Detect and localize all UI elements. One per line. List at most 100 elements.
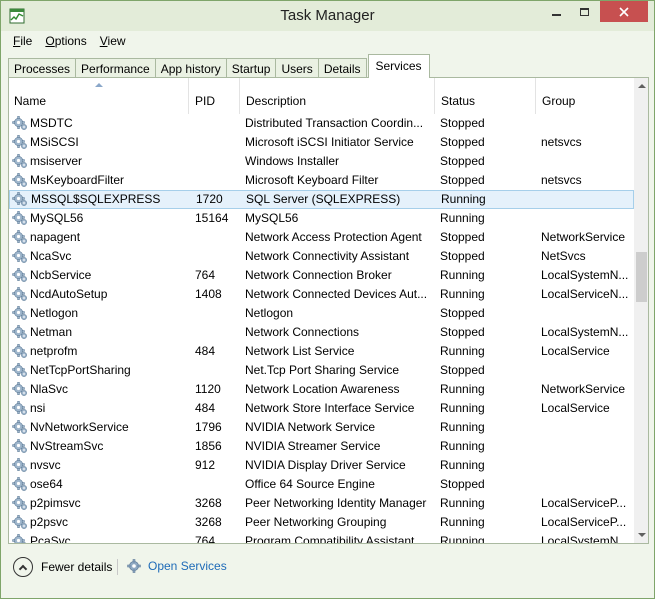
service-description: NVIDIA Network Service [245, 420, 376, 434]
service-description: Network List Service [245, 344, 355, 358]
service-status: Running [440, 268, 485, 282]
title-bar[interactable]: Task Manager [1, 1, 654, 31]
column-header-name[interactable]: Name [9, 78, 188, 114]
service-group: LocalService [541, 344, 610, 358]
service-description: Network Connected Devices Aut... [245, 287, 428, 301]
scroll-up-button[interactable] [634, 78, 648, 94]
service-status: Running [440, 496, 485, 510]
service-gear-icon [12, 515, 27, 529]
service-gear-icon [12, 363, 27, 377]
table-row[interactable]: netprofm 484 Network List Service Running Lo… [9, 342, 634, 361]
service-gear-icon [12, 192, 27, 206]
service-status: Running [440, 211, 485, 225]
service-status: Stopped [440, 230, 485, 244]
table-row[interactable]: Netlogon Netlogon Stopped [9, 304, 634, 323]
service-name: NvNetworkService [30, 420, 129, 434]
service-pid: 912 [195, 458, 216, 472]
service-description: Network Location Awareness [245, 382, 400, 396]
tab-users[interactable]: Users [275, 58, 319, 78]
table-row[interactable]: MSDTC Distributed Transaction Coordin... S… [9, 114, 634, 133]
service-description: Microsoft Keyboard Filter [245, 173, 379, 187]
service-gear-icon [12, 325, 27, 339]
footer-divider [117, 559, 118, 575]
chevron-up-icon [18, 564, 28, 573]
service-name: netprofm [30, 344, 78, 358]
table-row[interactable]: NvNetworkService 1796 NVIDIA Network Servi… [9, 418, 634, 437]
service-description: Network Store Interface Service [245, 401, 415, 415]
tab-processes[interactable]: Processes [8, 58, 77, 78]
scroll-down-icon [637, 533, 646, 537]
column-header-group[interactable]: Group [535, 78, 634, 114]
service-gear-icon [12, 306, 27, 320]
service-group: LocalServiceP... [541, 515, 627, 529]
service-status: Stopped [440, 325, 485, 339]
column-header-description[interactable]: Description [239, 78, 434, 114]
maximize-button[interactable] [570, 1, 598, 22]
table-row[interactable]: Netman Network Connections Stopped LocalSys… [9, 323, 634, 342]
scroll-down-button[interactable] [634, 527, 648, 543]
close-button[interactable] [600, 1, 648, 22]
scroll-up-icon [637, 84, 646, 88]
service-pid: 484 [195, 344, 216, 358]
menu-bar: File Options View [6, 31, 132, 51]
tab-details[interactable]: Details [317, 58, 367, 78]
table-row[interactable]: p2psvc 3268 Peer Networking Grouping Runnin… [9, 513, 634, 532]
tab-services[interactable]: Services [367, 54, 430, 78]
gear-icon [127, 559, 141, 573]
table-row[interactable]: PcaSvc 764 Program Compatibility Assistant… [9, 532, 634, 543]
column-header-pid[interactable]: PID [188, 78, 239, 114]
service-description: MySQL56 [245, 211, 299, 225]
service-pid: 3268 [195, 496, 222, 510]
menu-view[interactable]: View [93, 31, 132, 51]
table-row-selected[interactable]: MSSQL$SQLEXPRESS 1720 SQL Server (SQLEXPRE… [9, 190, 634, 209]
column-header-status[interactable]: Status [434, 78, 535, 114]
service-status: Running [440, 344, 485, 358]
scrollbar-thumb[interactable] [636, 252, 647, 302]
service-description: Office 64 Source Engine [245, 477, 375, 491]
service-name: MSDTC [30, 116, 73, 130]
service-name: Netlogon [30, 306, 79, 320]
open-services-link[interactable]: Open Services [127, 558, 227, 574]
service-gear-icon [12, 420, 27, 434]
table-row[interactable]: msiserver Windows Installer Stopped [9, 152, 634, 171]
table-row[interactable]: NcdAutoSetup 1408 Network Connected Device… [9, 285, 634, 304]
table-row[interactable]: ose64 Office 64 Source Engine Stopped [9, 475, 634, 494]
table-row[interactable]: MsKeyboardFilter Microsoft Keyboard Filte… [9, 171, 634, 190]
footer-bar: Fewer details Open Services [1, 549, 654, 589]
service-name: Netman [30, 325, 73, 339]
service-group: LocalServiceN... [541, 287, 629, 301]
table-row[interactable]: NlaSvc 1120 Network Location Awareness Runn… [9, 380, 634, 399]
tab-startup[interactable]: Startup [225, 58, 277, 78]
fewer-details-label: Fewer details [41, 560, 113, 574]
table-row[interactable]: NetTcpPortSharing Net.Tcp Port Sharing Se… [9, 361, 634, 380]
table-row[interactable]: MSiSCSI Microsoft iSCSI Initiator Service… [9, 133, 634, 152]
service-gear-icon [12, 401, 27, 415]
fewer-details-button[interactable]: Fewer details [13, 557, 112, 577]
service-description: Windows Installer [245, 154, 340, 168]
table-row[interactable]: napagent Network Access Protection Agent S… [9, 228, 634, 247]
service-gear-icon [12, 268, 27, 282]
tab-performance[interactable]: Performance [75, 58, 156, 78]
service-description: Network Access Protection Agent [245, 230, 422, 244]
table-row[interactable]: NcbService 764 Network Connection Broker Ru… [9, 266, 634, 285]
table-row[interactable]: NvStreamSvc 1856 NVIDIA Streamer Service Ru… [9, 437, 634, 456]
minimize-button[interactable] [542, 1, 570, 22]
service-status: Running [440, 439, 485, 453]
table-row[interactable]: p2pimsvc 3268 Peer Networking Identity Man… [9, 494, 634, 513]
service-gear-icon [12, 439, 27, 453]
service-group: NetworkService [541, 382, 626, 396]
service-gear-icon [12, 382, 27, 396]
table-row[interactable]: MySQL56 15164 MySQL56 Running [9, 209, 634, 228]
service-name: NcbService [30, 268, 92, 282]
service-status: Running [440, 287, 485, 301]
table-row[interactable]: nvsvc 912 NVIDIA Display Driver Service Run… [9, 456, 634, 475]
service-gear-icon [12, 154, 27, 168]
vertical-scrollbar[interactable] [634, 78, 648, 543]
table-row[interactable]: NcaSvc Network Connectivity Assistant Stop… [9, 247, 634, 266]
table-row[interactable]: nsi 484 Network Store Interface Service Run… [9, 399, 634, 418]
menu-file[interactable]: File [6, 31, 38, 51]
service-name: MSSQL$SQLEXPRESS [31, 192, 161, 206]
menu-options[interactable]: Options [38, 31, 92, 51]
tab-app-history[interactable]: App history [154, 58, 227, 78]
service-description: Distributed Transaction Coordin... [245, 116, 424, 130]
